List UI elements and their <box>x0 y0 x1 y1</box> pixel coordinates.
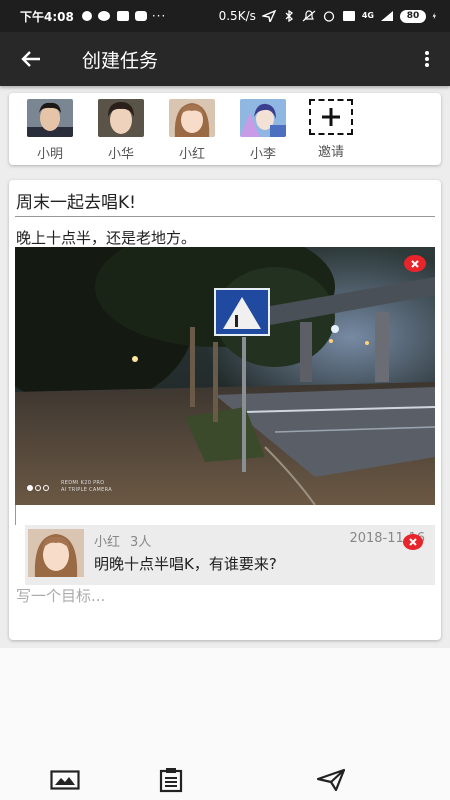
divider-line <box>15 505 16 525</box>
more-notifications-icon: ··· <box>151 9 167 23</box>
more-options-button[interactable] <box>404 32 450 86</box>
task-title[interactable]: 周末一起去唱K! <box>16 188 136 213</box>
location-icon <box>261 10 276 22</box>
clipboard-icon <box>159 768 183 793</box>
participant-name: 小红 <box>178 147 205 162</box>
participant-xiaoming[interactable]: 小明 <box>23 99 77 162</box>
notification-icons: ··· <box>80 9 166 23</box>
participant-xiaohua[interactable]: 小华 <box>94 99 148 162</box>
avatar <box>169 99 215 137</box>
camera-watermark: REDMI K20 PRO AI TRIPLE CAMERA <box>61 480 112 493</box>
bluetooth-icon <box>285 10 293 22</box>
alarm-icon <box>323 11 335 22</box>
add-clipboard-button[interactable] <box>153 766 189 794</box>
send-button[interactable] <box>313 766 349 794</box>
night-street-image <box>15 247 435 505</box>
arrow-left-icon <box>21 51 40 67</box>
send-icon <box>316 768 346 792</box>
signal-bars-icon <box>381 11 393 21</box>
mute-icon <box>302 10 316 22</box>
mail-icon <box>116 11 129 21</box>
battery-icon: 80 <box>400 9 426 23</box>
participant-xiaohong[interactable]: 小红 <box>165 99 219 162</box>
back-button[interactable] <box>0 32 62 86</box>
remove-post-button[interactable] <box>403 534 423 550</box>
network-speed: 0.5K/s <box>218 9 256 23</box>
participant-xiaoli[interactable]: 小李 <box>236 99 290 162</box>
more-vert-icon <box>425 51 429 67</box>
avatar <box>240 99 286 137</box>
page-title: 创建任务 <box>82 49 159 72</box>
post-text: 明晚十点半唱K，有谁要来? <box>94 555 277 573</box>
avatar <box>28 529 84 577</box>
app-bar: 创建任务 <box>0 32 450 86</box>
app-notification-icon <box>81 11 92 21</box>
remove-photo-button[interactable] <box>404 255 426 272</box>
participants-card: 小明 小华 小红 小李 邀请 <box>9 93 441 165</box>
bottom-toolbar <box>0 758 450 800</box>
status-bar: 下午4:08 ··· 0.5K/s 4G 80 <box>0 0 450 32</box>
add-box-icon <box>309 99 353 135</box>
title-divider <box>15 216 435 217</box>
avatar <box>98 99 144 137</box>
close-icon <box>411 259 419 268</box>
participant-name: 小明 <box>36 147 63 162</box>
hd-icon <box>342 11 355 21</box>
invite-button[interactable]: 邀请 <box>304 99 358 160</box>
chat-icon <box>134 11 147 21</box>
wechat-icon <box>97 11 110 21</box>
task-post[interactable]: 小红 3人 2018-11-16 明晚十点半唱K，有谁要来? <box>25 525 435 585</box>
post-meta: 小红 3人 <box>94 531 151 550</box>
post-author: 小红 <box>94 535 121 550</box>
camera-watermark-dots <box>27 485 49 491</box>
add-image-button[interactable] <box>47 766 83 794</box>
post-member-count: 3人 <box>130 535 152 550</box>
task-card: 周末一起去唱K! 晚上十点半，还是老地方。 REDMI K20 PRO AI T… <box>9 180 441 640</box>
invite-label: 邀请 <box>317 145 344 160</box>
task-description[interactable]: 晚上十点半，还是老地方。 <box>16 227 196 248</box>
charging-icon <box>432 12 436 20</box>
close-icon <box>409 538 417 546</box>
participant-name: 小华 <box>107 147 134 162</box>
status-time: 下午4:08 <box>20 9 74 24</box>
signal-icon: 4G <box>361 11 374 20</box>
image-icon <box>50 770 80 790</box>
goal-input[interactable] <box>16 587 426 605</box>
task-photo[interactable]: REDMI K20 PRO AI TRIPLE CAMERA <box>15 247 435 505</box>
avatar <box>27 99 73 137</box>
participant-name: 小李 <box>249 147 276 162</box>
